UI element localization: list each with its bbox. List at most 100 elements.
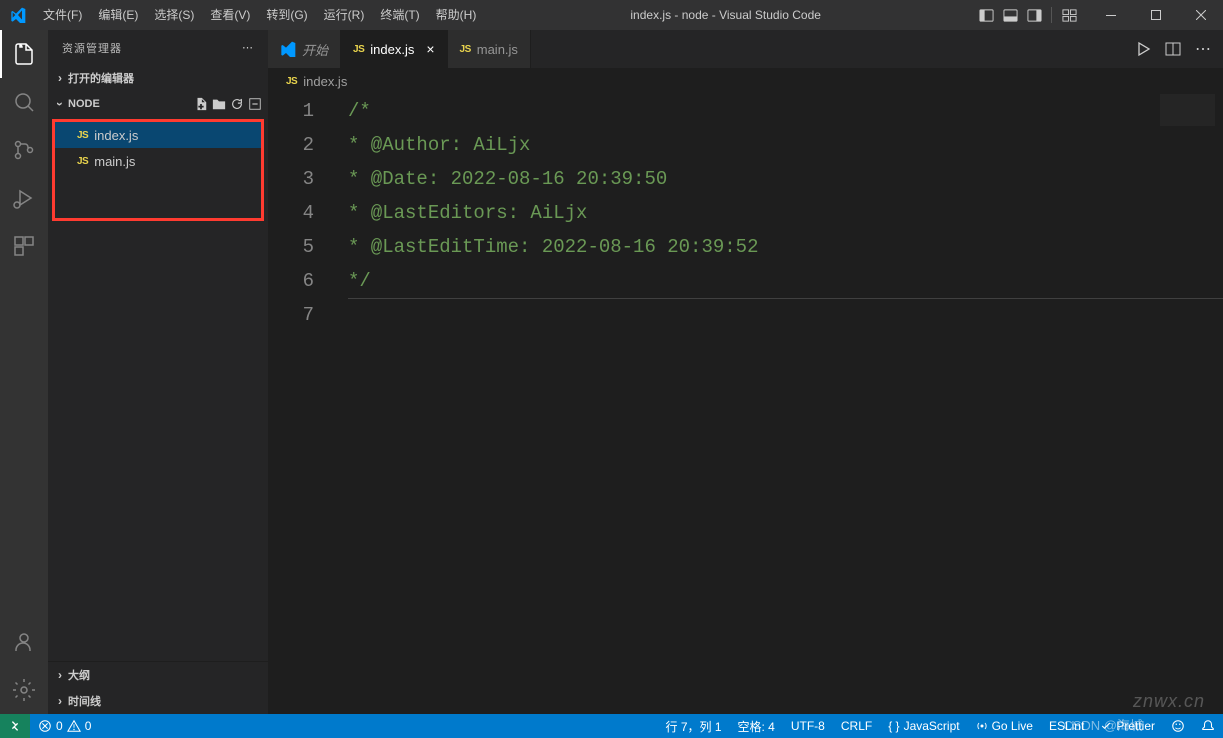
watermark-csdn: CSDN @海城 bbox=[1063, 715, 1143, 734]
explorer-icon[interactable] bbox=[0, 30, 48, 78]
js-file-icon: JS bbox=[286, 76, 297, 87]
close-button[interactable] bbox=[1178, 0, 1223, 30]
chevron-right-icon: › bbox=[52, 694, 68, 708]
js-file-icon: JS bbox=[353, 44, 364, 55]
tab-bar: 开始 JS index.js × JS main.js ⋯ bbox=[268, 30, 1223, 68]
editor-area: 开始 JS index.js × JS main.js ⋯ JS index.j… bbox=[268, 30, 1223, 714]
editor-code[interactable]: 1234567 /* * @Author: AiLjx * @Date: 202… bbox=[268, 94, 1223, 714]
code-line: */ bbox=[348, 264, 1223, 298]
new-file-icon[interactable] bbox=[194, 97, 208, 111]
chevron-down-icon: › bbox=[53, 96, 67, 112]
collapse-icon[interactable] bbox=[248, 97, 262, 111]
notifications-icon[interactable] bbox=[1193, 719, 1223, 733]
window-controls bbox=[1088, 0, 1223, 30]
feedback-icon[interactable] bbox=[1163, 719, 1193, 733]
search-icon[interactable] bbox=[0, 78, 48, 126]
vscode-icon bbox=[280, 41, 296, 57]
problems-indicator[interactable]: 0 0 bbox=[30, 714, 99, 738]
watermark: znwx.cn bbox=[1133, 691, 1205, 712]
sidebar-header: 资源管理器 ⋯ bbox=[48, 30, 268, 65]
code-line: /* bbox=[348, 94, 1223, 128]
close-icon[interactable]: × bbox=[426, 41, 434, 57]
eol[interactable]: CRLF bbox=[833, 719, 880, 733]
run-icon[interactable] bbox=[1135, 41, 1151, 57]
file-item-main[interactable]: JS main.js bbox=[55, 148, 261, 174]
sidebar-more-icon[interactable]: ⋯ bbox=[242, 41, 254, 54]
encoding[interactable]: UTF-8 bbox=[783, 719, 833, 733]
toggle-panel-left-icon[interactable] bbox=[975, 4, 997, 26]
tab-main-js[interactable]: JS main.js bbox=[448, 30, 531, 68]
chevron-right-icon: › bbox=[52, 71, 68, 85]
file-item-index[interactable]: JS index.js bbox=[55, 122, 261, 148]
settings-icon[interactable] bbox=[0, 666, 48, 714]
minimize-button[interactable] bbox=[1088, 0, 1133, 30]
outline-label: 大纲 bbox=[68, 667, 90, 683]
toggle-panel-right-icon[interactable] bbox=[1023, 4, 1045, 26]
code-line: * @Author: AiLjx bbox=[348, 128, 1223, 162]
minimap[interactable] bbox=[1160, 94, 1215, 126]
golive-label: Go Live bbox=[992, 719, 1033, 733]
tab-index-js[interactable]: JS index.js × bbox=[341, 30, 448, 68]
more-icon[interactable]: ⋯ bbox=[1195, 39, 1211, 59]
remote-indicator[interactable] bbox=[0, 714, 30, 738]
extensions-icon[interactable] bbox=[0, 222, 48, 270]
menu-file[interactable]: 文件(F) bbox=[35, 0, 90, 30]
menu-terminal[interactable]: 终端(T) bbox=[372, 0, 427, 30]
customize-layout-icon[interactable] bbox=[1058, 4, 1080, 26]
folder-actions bbox=[194, 97, 262, 111]
layout-controls bbox=[967, 4, 1088, 26]
vscode-logo-icon bbox=[0, 7, 35, 23]
breadcrumb[interactable]: JS index.js bbox=[268, 68, 1223, 94]
js-file-icon: JS bbox=[77, 156, 88, 167]
timeline-label: 时间线 bbox=[68, 693, 101, 709]
folder-name: NODE bbox=[68, 98, 100, 110]
code-line: * @LastEditTime: 2022-08-16 20:39:52 bbox=[348, 230, 1223, 264]
source-control-icon[interactable] bbox=[0, 126, 48, 174]
debug-icon[interactable] bbox=[0, 174, 48, 222]
line-numbers: 1234567 bbox=[268, 94, 338, 714]
refresh-icon[interactable] bbox=[230, 97, 244, 111]
menu-selection[interactable]: 选择(S) bbox=[146, 0, 202, 30]
account-icon[interactable] bbox=[0, 618, 48, 666]
code-line: * @LastEditors: AiLjx bbox=[348, 196, 1223, 230]
status-bar: 0 0 行 7，列 1 空格: 4 UTF-8 CRLF { }JavaScri… bbox=[0, 714, 1223, 738]
language-mode[interactable]: { }JavaScript bbox=[880, 719, 967, 733]
code-line bbox=[348, 298, 1223, 299]
maximize-button[interactable] bbox=[1133, 0, 1178, 30]
cursor-position[interactable]: 行 7，列 1 bbox=[657, 718, 729, 735]
activity-bar bbox=[0, 30, 48, 714]
outline-section[interactable]: › 大纲 bbox=[48, 662, 268, 688]
menu-view[interactable]: 查看(V) bbox=[202, 0, 258, 30]
open-editors-section[interactable]: › 打开的编辑器 bbox=[48, 65, 268, 91]
sidebar: 资源管理器 ⋯ › 打开的编辑器 › NODE bbox=[48, 30, 268, 714]
warning-count: 0 bbox=[85, 719, 92, 733]
sidebar-title: 资源管理器 bbox=[62, 40, 122, 56]
indentation[interactable]: 空格: 4 bbox=[730, 718, 783, 735]
split-editor-icon[interactable] bbox=[1165, 41, 1181, 57]
tab-label: main.js bbox=[477, 42, 518, 57]
window-title: index.js - node - Visual Studio Code bbox=[484, 8, 967, 22]
js-file-icon: JS bbox=[77, 130, 88, 141]
menu-bar: 文件(F) 编辑(E) 选择(S) 查看(V) 转到(G) 运行(R) 终端(T… bbox=[35, 0, 484, 30]
error-count: 0 bbox=[56, 719, 63, 733]
js-file-icon: JS bbox=[460, 44, 471, 55]
chevron-right-icon: › bbox=[52, 668, 68, 682]
code-line: * @Date: 2022-08-16 20:39:50 bbox=[348, 162, 1223, 196]
menu-run[interactable]: 运行(R) bbox=[316, 0, 373, 30]
broadcast-icon bbox=[976, 720, 988, 732]
code-content: /* * @Author: AiLjx * @Date: 2022-08-16 … bbox=[338, 94, 1223, 714]
menu-go[interactable]: 转到(G) bbox=[258, 0, 315, 30]
menu-help[interactable]: 帮助(H) bbox=[428, 0, 485, 30]
title-bar: 文件(F) 编辑(E) 选择(S) 查看(V) 转到(G) 运行(R) 终端(T… bbox=[0, 0, 1223, 30]
timeline-section[interactable]: › 时间线 bbox=[48, 688, 268, 714]
file-name: index.js bbox=[94, 128, 138, 143]
open-editors-label: 打开的编辑器 bbox=[68, 70, 134, 86]
new-folder-icon[interactable] bbox=[212, 97, 226, 111]
file-list: JS index.js JS main.js bbox=[52, 119, 264, 221]
folder-section[interactable]: › NODE bbox=[48, 91, 268, 117]
menu-edit[interactable]: 编辑(E) bbox=[90, 0, 146, 30]
go-live[interactable]: Go Live bbox=[968, 719, 1041, 733]
toggle-panel-bottom-icon[interactable] bbox=[999, 4, 1021, 26]
tab-welcome[interactable]: 开始 bbox=[268, 30, 341, 68]
breadcrumb-file: index.js bbox=[303, 74, 347, 89]
